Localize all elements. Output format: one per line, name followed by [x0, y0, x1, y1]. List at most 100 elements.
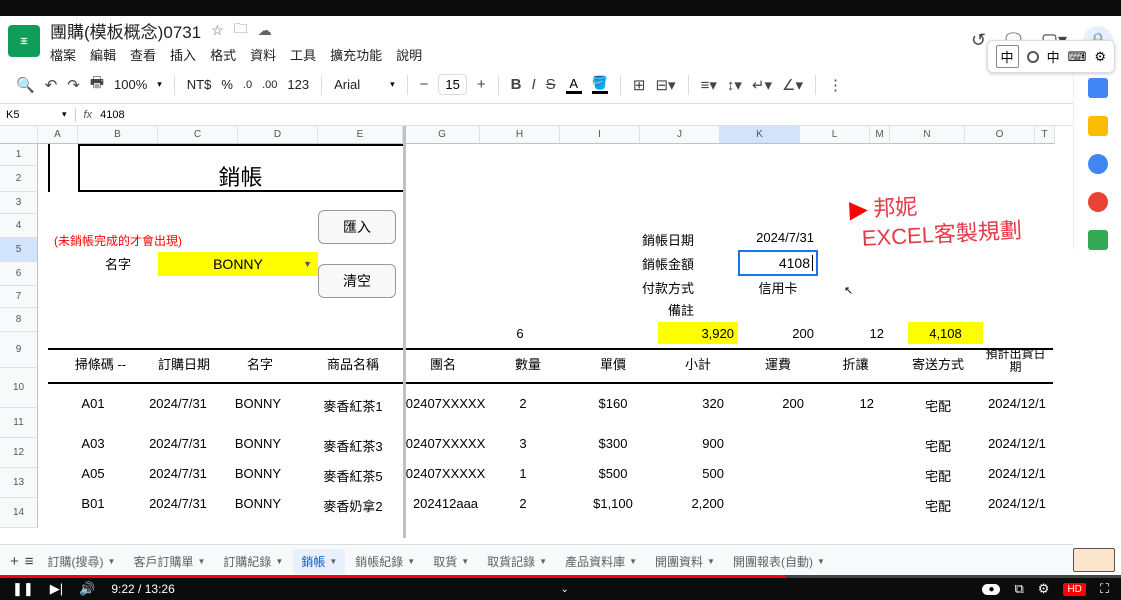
menu-format[interactable]: 格式 [210, 45, 236, 64]
freeze-bar-v[interactable] [403, 126, 406, 538]
menu-extensions[interactable]: 擴充功能 [330, 45, 382, 64]
wrap-btn[interactable]: ↵▾ [752, 76, 772, 94]
row-13[interactable]: 13 [0, 468, 38, 498]
menu-file[interactable]: 檔案 [50, 45, 76, 64]
menu-data[interactable]: 資料 [250, 45, 276, 64]
col-J[interactable]: J [640, 126, 720, 144]
next-icon[interactable]: ▶| [50, 581, 63, 597]
halign-btn[interactable]: ≡▾ [701, 76, 717, 94]
cc-icon[interactable]: ⧉ [1014, 581, 1023, 597]
doc-title[interactable]: 團購(模板概念)0731 [50, 18, 201, 43]
row-11[interactable]: 11 [0, 408, 38, 438]
menu-tools[interactable]: 工具 [290, 45, 316, 64]
ime-keyboard-icon[interactable]: ⌨ [1068, 49, 1087, 65]
text-color-btn[interactable]: A [566, 76, 582, 94]
keep-icon[interactable] [1088, 116, 1108, 136]
col-K[interactable]: K [720, 126, 800, 144]
col-T[interactable]: T [1035, 126, 1055, 144]
add-sheet-icon[interactable]: + [10, 553, 19, 570]
font-size-inc[interactable]: + [477, 76, 486, 93]
ime-panel[interactable]: 中 中 ⌨ ⚙ [987, 40, 1115, 73]
more-btn[interactable]: ⋮ [828, 76, 843, 94]
sheet-tab[interactable]: 訂購紀錄▼ [215, 549, 291, 574]
print-icon[interactable]: 🖶 [90, 72, 104, 97]
col-H[interactable]: H [480, 126, 560, 144]
sheet-tab[interactable]: 開團資料▼ [647, 549, 723, 574]
col-N[interactable]: N [890, 126, 965, 144]
zoom-select[interactable]: 100% [114, 77, 147, 92]
all-sheets-icon[interactable]: ≡ [25, 553, 34, 570]
search-icon[interactable]: 🔍 [16, 76, 35, 94]
sheet-tab[interactable]: 客戶訂購單▼ [125, 549, 213, 574]
history-icon[interactable]: ↺ [971, 30, 986, 51]
calendar-icon[interactable] [1088, 78, 1108, 98]
pause-icon[interactable]: ❚❚ [12, 581, 34, 597]
dec-dec-btn[interactable]: .0 [243, 79, 252, 91]
italic-btn[interactable]: I [532, 76, 536, 93]
name-dropdown[interactable]: BONNY▼ [158, 252, 318, 276]
col-L[interactable]: L [800, 126, 870, 144]
redo-icon[interactable]: ↷ [67, 76, 80, 94]
row-14[interactable]: 14 [0, 498, 38, 528]
borders-btn[interactable]: ⊞ [633, 76, 646, 94]
col-D[interactable]: D [238, 126, 318, 144]
selected-cell-K5[interactable]: 4108 [738, 250, 818, 276]
star-icon[interactable]: ☆ [211, 22, 224, 39]
menu-edit[interactable]: 編輯 [90, 45, 116, 64]
row-9[interactable]: 9 [0, 332, 38, 368]
num-format-btn[interactable]: 123 [287, 77, 309, 92]
menu-help[interactable]: 說明 [396, 45, 422, 64]
percent-btn[interactable]: % [221, 77, 233, 92]
merge-btn[interactable]: ⊟▾ [655, 76, 675, 94]
col-A[interactable]: A [38, 126, 78, 144]
row-5[interactable]: 5 [0, 238, 38, 262]
col-O[interactable]: O [965, 126, 1035, 144]
undo-icon[interactable]: ↶ [45, 76, 58, 94]
chapter-chevron-icon[interactable]: ⌄ [561, 584, 569, 595]
row-2[interactable]: 2 [0, 166, 38, 192]
row-6[interactable]: 6 [0, 262, 38, 286]
select-all-corner[interactable] [0, 126, 38, 144]
tasks-icon[interactable] [1088, 154, 1108, 174]
lang-opt-1[interactable]: 中 [996, 45, 1019, 68]
row-7[interactable]: 7 [0, 286, 38, 308]
col-C[interactable]: C [158, 126, 238, 144]
row-4[interactable]: 4 [0, 214, 38, 238]
sheet-tab[interactable]: 取貨▼ [425, 549, 477, 574]
sheet-tab[interactable]: 訂購(搜尋)▼ [40, 549, 124, 574]
col-I[interactable]: I [560, 126, 640, 144]
dec-inc-btn[interactable]: .00 [262, 79, 277, 91]
font-family-select[interactable]: Arial [334, 77, 360, 92]
row-1[interactable]: 1 [0, 144, 38, 166]
col-G[interactable]: G [405, 126, 480, 144]
maps-icon[interactable] [1088, 230, 1108, 250]
import-button[interactable]: 匯入 [318, 210, 396, 244]
col-E[interactable]: E [318, 126, 403, 144]
contacts-icon[interactable] [1088, 192, 1108, 212]
font-size-input[interactable]: 15 [438, 74, 466, 95]
rotate-btn[interactable]: ∠▾ [782, 76, 803, 94]
lang-opt-2[interactable]: 中 [1047, 47, 1060, 66]
sheet-tab[interactable]: 開團報表(自動)▼ [725, 549, 833, 574]
menu-insert[interactable]: 插入 [170, 45, 196, 64]
formula-input[interactable]: 4108 [100, 109, 124, 121]
clear-button[interactable]: 清空 [318, 264, 396, 298]
ime-settings-icon[interactable]: ⚙ [1094, 49, 1106, 65]
bold-btn[interactable]: B [511, 76, 522, 93]
row-12[interactable]: 12 [0, 438, 38, 468]
volume-icon[interactable]: 🔊 [79, 581, 95, 597]
col-B[interactable]: B [78, 126, 158, 144]
row-10[interactable]: 10 [0, 368, 38, 408]
sheet-tab[interactable]: 銷帳▼ [293, 549, 345, 574]
col-M[interactable]: M [870, 126, 890, 144]
spreadsheet-grid[interactable]: A B C D E G H I J K L M N O T 1234567891… [0, 126, 1073, 538]
sheets-logo-icon[interactable] [8, 25, 40, 57]
cloud-icon[interactable]: ☁ [258, 22, 272, 39]
sheet-tab[interactable]: 取貨記錄▼ [479, 549, 555, 574]
sheet-tab[interactable]: 銷帳紀錄▼ [347, 549, 423, 574]
strike-btn[interactable]: S [546, 76, 556, 93]
row-3[interactable]: 3 [0, 192, 38, 214]
move-icon[interactable]: 🗀 [234, 18, 248, 42]
name-box[interactable] [6, 109, 54, 121]
settings-icon[interactable]: ⚙ [1038, 581, 1050, 597]
